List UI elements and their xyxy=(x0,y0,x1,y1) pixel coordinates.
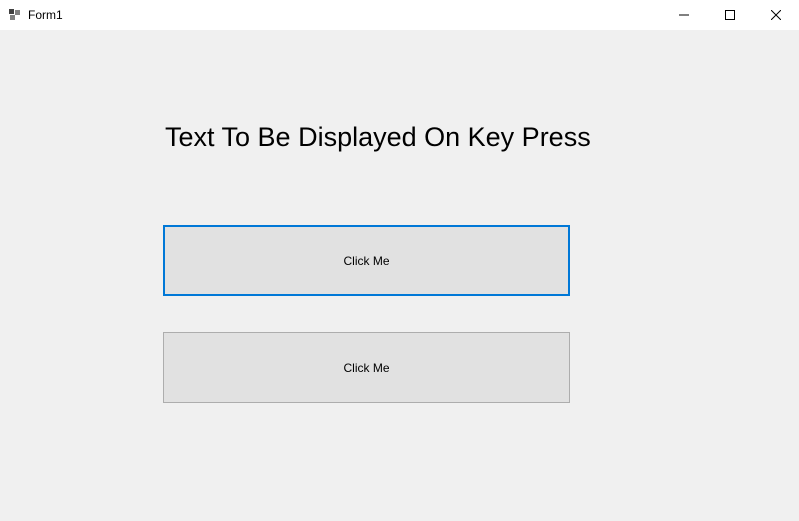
app-icon xyxy=(8,8,22,22)
heading-label: Text To Be Displayed On Key Press xyxy=(165,122,591,153)
window-title: Form1 xyxy=(28,8,63,22)
titlebar-left: Form1 xyxy=(8,8,63,22)
titlebar-buttons xyxy=(661,0,799,30)
button-label: Click Me xyxy=(343,254,389,268)
minimize-button[interactable] xyxy=(661,0,707,30)
maximize-button[interactable] xyxy=(707,0,753,30)
click-me-button-1[interactable]: Click Me xyxy=(163,225,570,296)
window-titlebar: Form1 xyxy=(0,0,799,30)
click-me-button-2[interactable]: Click Me xyxy=(163,332,570,403)
form-client-area: Text To Be Displayed On Key Press Click … xyxy=(0,30,799,521)
button-label: Click Me xyxy=(343,361,389,375)
close-button[interactable] xyxy=(753,0,799,30)
